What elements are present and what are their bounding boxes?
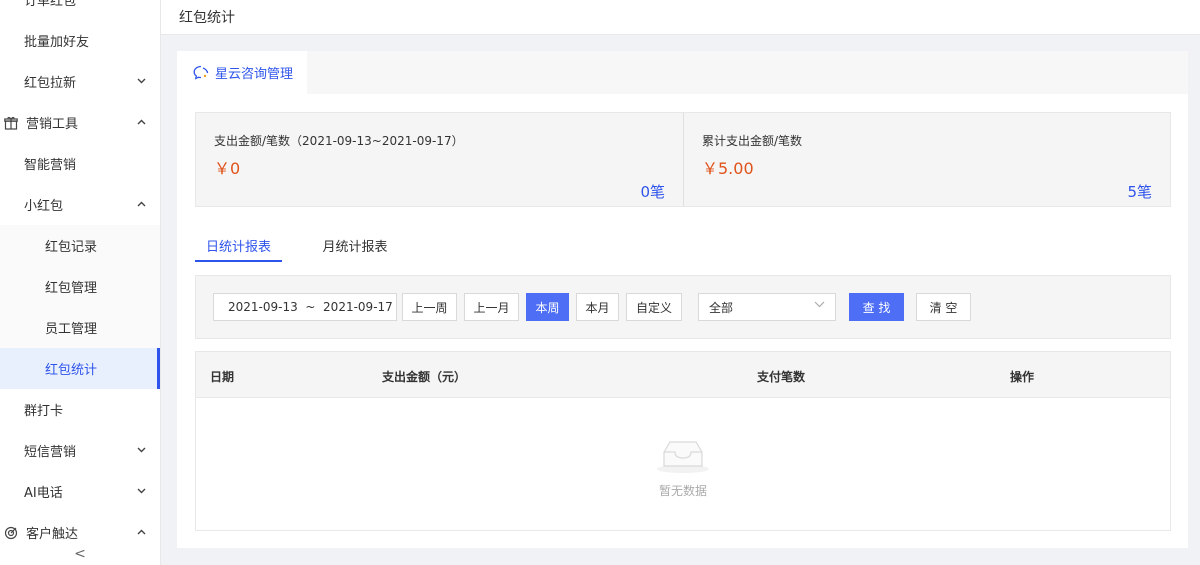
stat-period-amount: ￥0 (214, 159, 241, 178)
sidebar-item-label: 营销工具 (26, 117, 79, 132)
column-count: 支付笔数 (757, 370, 806, 384)
stat-period: 支出金额/笔数（2021-09-13~2021-09-17） ￥0 0笔 (196, 113, 683, 206)
this-month-button[interactable]: 本月 (576, 293, 619, 321)
column-date: 日期 (210, 370, 235, 384)
tab-monthly-report[interactable]: 月统计报表 (305, 231, 405, 262)
chevron-down-icon (137, 445, 146, 456)
sidebar-item-sms-marketing[interactable]: 短信营销 (0, 430, 160, 471)
sidebar-item-smart-marketing[interactable]: 智能营销 (0, 143, 160, 184)
sidebar-item-redpacket-records[interactable]: 红包记录 (0, 225, 160, 266)
sidebar-item-label: 红包统计 (45, 363, 98, 378)
collapse-sidebar-button[interactable]: < (0, 545, 160, 565)
date-range-picker[interactable]: 2021-09-13 ~ 2021-09-17 (213, 293, 397, 321)
empty-text: 暂无数据 (658, 484, 707, 498)
stat-period-count[interactable]: 0笔 (640, 181, 665, 202)
sidebar-item-label: 小红包 (24, 199, 64, 214)
sidebar-item-label: 红包管理 (45, 281, 98, 296)
sidebar: 订单红包 批量加好友 红包拉新 营销工具 智能营销 小红包 红包记录 红包管理 … (0, 0, 161, 565)
sidebar-item-label: AI电话 (24, 486, 63, 501)
chevron-down-icon (137, 486, 146, 497)
sidebar-item-label: 红包记录 (45, 240, 98, 255)
filter-bar: 2021-09-13 ~ 2021-09-17 上一周 上一月 本周 本月 自定… (195, 275, 1171, 339)
tab-bar: 星云咨询管理 (177, 51, 1188, 94)
stat-period-title: 支出金额/笔数（2021-09-13~2021-09-17） (214, 134, 464, 148)
stat-total: 累计支出金额/笔数 ￥5.00 5笔 (684, 113, 1170, 206)
target-icon (4, 526, 18, 540)
chevron-up-icon (137, 527, 146, 538)
sidebar-item-order-redpacket[interactable]: 订单红包 (0, 0, 160, 20)
last-month-button[interactable]: 上一月 (464, 293, 519, 321)
table-header: 日期 支出金额（元） 支付笔数 操作 (196, 352, 1170, 398)
sidebar-item-redpacket-invite[interactable]: 红包拉新 (0, 61, 160, 102)
sidebar-item-staff-management[interactable]: 员工管理 (0, 307, 160, 348)
sidebar-item-redpacket-management[interactable]: 红包管理 (0, 266, 160, 307)
search-button[interactable]: 查 找 (849, 293, 904, 321)
chat-bubble-icon (193, 65, 209, 80)
sidebar-item-label: 短信营销 (24, 445, 77, 460)
clear-button[interactable]: 清 空 (916, 293, 971, 321)
stat-total-count[interactable]: 5笔 (1127, 181, 1152, 202)
chevron-up-icon (137, 117, 146, 128)
sidebar-item-batch-add-friends[interactable]: 批量加好友 (0, 20, 160, 61)
main-panel: 星云咨询管理 支出金额/笔数（2021-09-13~2021-09-17） ￥0… (177, 51, 1188, 548)
stat-total-title: 累计支出金额/笔数 (702, 134, 803, 148)
category-select[interactable]: 全部 (698, 293, 836, 321)
sidebar-item-group-checkin[interactable]: 群打卡 (0, 389, 160, 430)
column-amount: 支出金额（元） (382, 370, 467, 384)
custom-range-button[interactable]: 自定义 (626, 293, 682, 321)
stats-table: 日期 支出金额（元） 支付笔数 操作 暂无数据 (195, 351, 1171, 531)
sidebar-item-small-redpacket[interactable]: 小红包 (0, 184, 160, 225)
empty-inbox-icon (657, 441, 709, 473)
this-week-button[interactable]: 本周 (526, 293, 569, 321)
chevron-down-icon (814, 300, 825, 311)
tab-xingyun-consulting[interactable]: 星云咨询管理 (177, 51, 307, 94)
sidebar-item-ai-call[interactable]: AI电话 (0, 471, 160, 512)
gift-icon (4, 116, 18, 130)
sidebar-item-label: 群打卡 (24, 404, 64, 419)
sidebar-item-label: 红包拉新 (24, 76, 77, 91)
sidebar-item-label: 智能营销 (24, 158, 77, 173)
chevron-up-icon (137, 199, 146, 210)
stat-total-amount: ￥5.00 (702, 159, 754, 178)
sidebar-item-label: 客户触达 (26, 527, 79, 542)
tab-label: 星云咨询管理 (215, 67, 294, 82)
sidebar-item-label: 批量加好友 (24, 35, 90, 50)
tab-daily-report[interactable]: 日统计报表 (195, 231, 282, 262)
empty-state: 暂无数据 (196, 398, 1170, 530)
last-week-button[interactable]: 上一周 (402, 293, 457, 321)
sidebar-item-marketing-tools[interactable]: 营销工具 (0, 102, 160, 143)
page-title: 红包统计 (179, 10, 235, 26)
chevron-down-icon (137, 76, 146, 87)
stats-summary: 支出金额/笔数（2021-09-13~2021-09-17） ￥0 0笔 累计支… (195, 112, 1171, 207)
sidebar-item-label: 订单红包 (24, 0, 77, 9)
sidebar-item-redpacket-stats[interactable]: 红包统计 (0, 348, 160, 389)
sidebar-item-label: 员工管理 (45, 322, 98, 337)
category-select-value: 全部 (709, 300, 734, 315)
column-ops: 操作 (1010, 370, 1035, 384)
page-header: 红包统计 (161, 0, 1200, 35)
